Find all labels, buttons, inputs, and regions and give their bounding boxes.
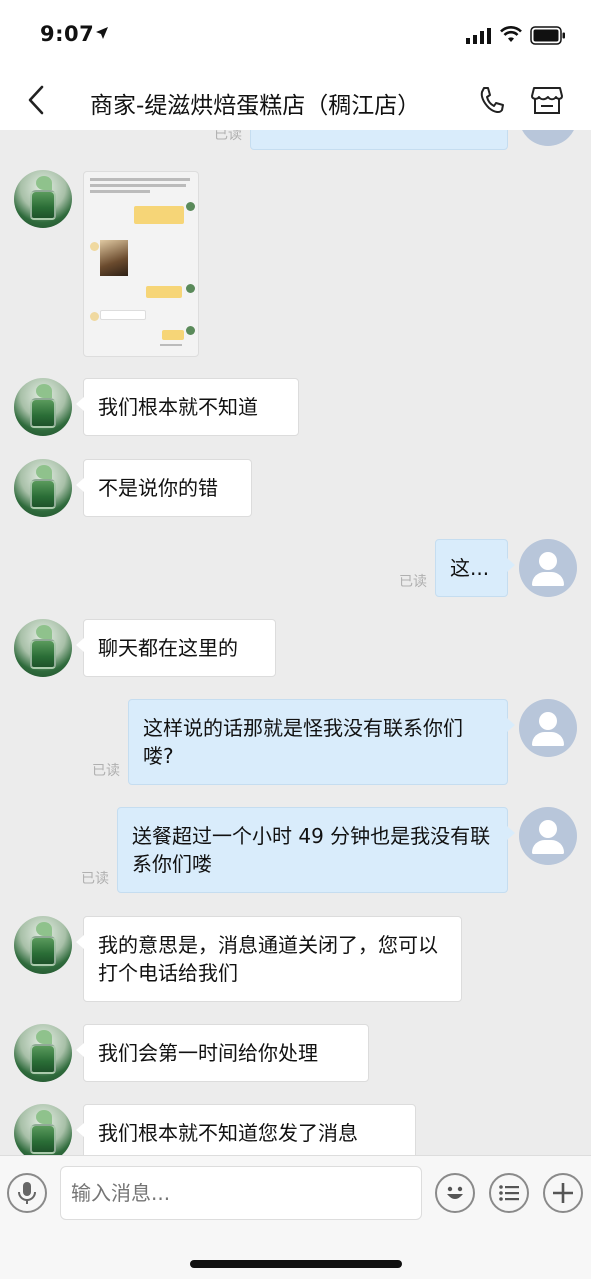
user-avatar[interactable] — [519, 699, 577, 757]
phone-icon[interactable] — [476, 84, 506, 116]
emoji-button[interactable] — [435, 1173, 475, 1213]
battery-icon — [530, 26, 565, 45]
add-button[interactable] — [543, 1173, 583, 1213]
shop-icon[interactable] — [530, 84, 564, 116]
read-receipt: 已读 — [214, 130, 242, 143]
read-receipt: 已读 — [399, 574, 427, 590]
read-receipt: 已读 — [81, 871, 109, 887]
chat-area[interactable]: 已读 我们根本就不知道 不是说你的错 已读 这... 聊天都在这里的 已读 这样… — [0, 130, 591, 1155]
plus-icon — [553, 1183, 573, 1203]
emoji-icon — [447, 1186, 463, 1199]
message-bubble-other[interactable]: 不是说你的错 — [76, 459, 252, 517]
message-input[interactable] — [60, 1166, 422, 1220]
input-bar — [0, 1155, 591, 1279]
merchant-avatar[interactable] — [14, 170, 72, 228]
message-bubble-other[interactable]: 聊天都在这里的 — [76, 619, 276, 677]
status-bar: 9:07 — [0, 0, 591, 72]
menu-button[interactable] — [489, 1173, 529, 1213]
message-bubble-other[interactable]: 我的意思是，消息通道关闭了，您可以打个电话给我们 — [76, 916, 462, 1002]
nav-bar: 商家-缇滋烘焙蛋糕店（稠江店） — [0, 72, 591, 130]
microphone-icon — [18, 1182, 36, 1204]
merchant-avatar[interactable] — [14, 378, 72, 436]
merchant-avatar[interactable] — [14, 1104, 72, 1155]
user-avatar[interactable] — [519, 807, 577, 865]
cellular-signal-icon — [466, 28, 491, 44]
message-bubble-other[interactable]: 我们会第一时间给你处理 — [76, 1024, 369, 1082]
voice-button[interactable] — [7, 1173, 47, 1213]
message-bubble-self[interactable] — [250, 130, 508, 150]
page-title: 商家-缇滋烘焙蛋糕店（稠江店） — [90, 93, 421, 119]
merchant-avatar[interactable] — [14, 459, 72, 517]
merchant-avatar[interactable] — [14, 619, 72, 677]
message-bubble-self[interactable]: 这样说的话那就是怪我没有联系你们喽? — [128, 699, 515, 785]
status-time: 9:07 — [40, 22, 95, 46]
user-avatar[interactable] — [519, 130, 577, 146]
read-receipt: 已读 — [92, 763, 120, 779]
merchant-avatar[interactable] — [14, 1024, 72, 1082]
image-message[interactable] — [83, 171, 199, 357]
message-bubble-other[interactable]: 我们根本就不知道您发了消息 — [76, 1104, 416, 1155]
user-avatar[interactable] — [519, 539, 577, 597]
home-indicator — [190, 1260, 402, 1268]
message-bubble-self[interactable]: 这... — [435, 539, 515, 597]
location-arrow-icon — [96, 27, 108, 39]
message-bubble-self[interactable]: 送餐超过一个小时 49 分钟也是我没有联系你们喽 — [117, 807, 515, 893]
wifi-icon — [500, 26, 522, 42]
message-bubble-other[interactable]: 我们根本就不知道 — [76, 378, 299, 436]
list-icon — [499, 1185, 519, 1201]
chevron-left-icon[interactable] — [24, 84, 50, 116]
merchant-avatar[interactable] — [14, 916, 72, 974]
